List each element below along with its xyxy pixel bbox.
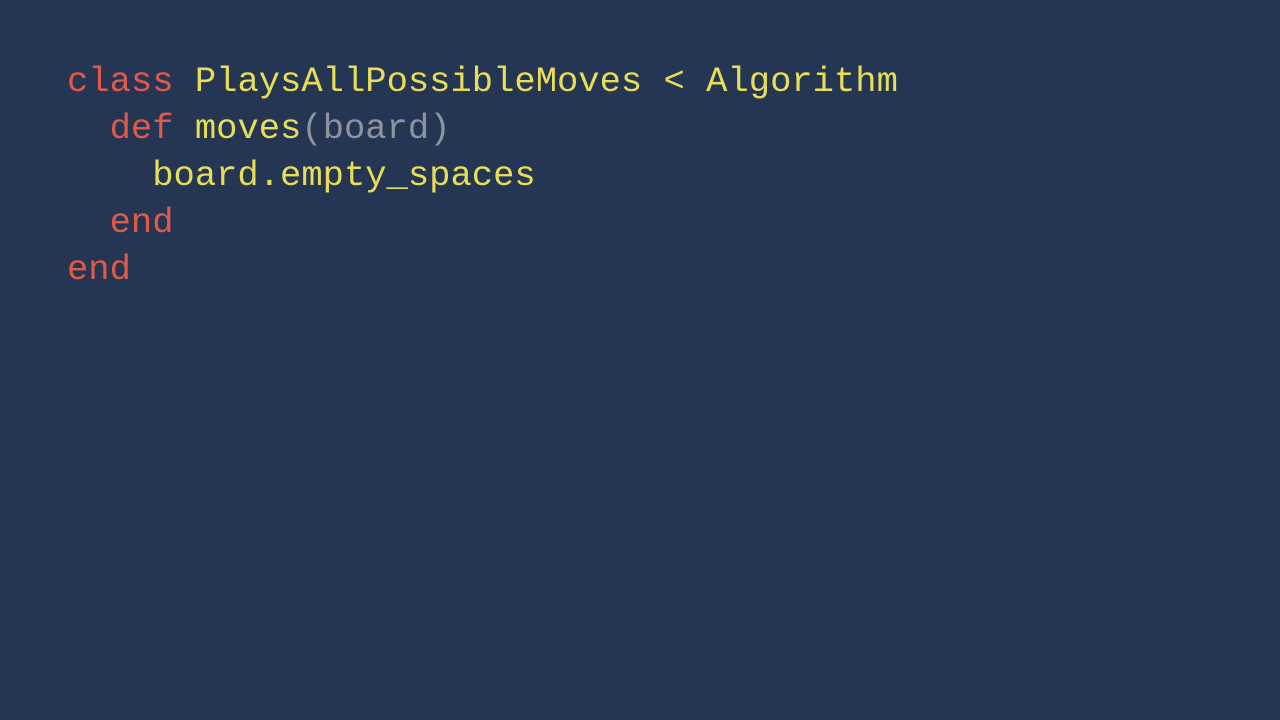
keyword-class: class: [67, 61, 174, 102]
method-body: board.empty_spaces: [152, 155, 536, 196]
code-line-3: board.empty_spaces: [67, 152, 898, 199]
code-block: class PlaysAllPossibleMoves < Algorithm …: [67, 58, 898, 293]
code-line-2: def moves(board): [67, 105, 898, 152]
method-param: board: [322, 108, 430, 149]
keyword-end-class: end: [67, 249, 131, 290]
code-line-4: end: [67, 199, 898, 246]
keyword-def: def: [109, 108, 174, 149]
class-name: PlaysAllPossibleMoves: [194, 61, 643, 102]
code-line-5: end: [67, 246, 898, 293]
code-line-1: class PlaysAllPossibleMoves < Algorithm: [67, 58, 898, 105]
open-paren: (: [301, 108, 323, 149]
parent-class: Algorithm: [706, 61, 898, 102]
inherits-operator: <: [663, 61, 685, 102]
keyword-end-method: end: [109, 202, 174, 243]
close-paren: ): [429, 108, 451, 149]
method-name: moves: [194, 108, 302, 149]
